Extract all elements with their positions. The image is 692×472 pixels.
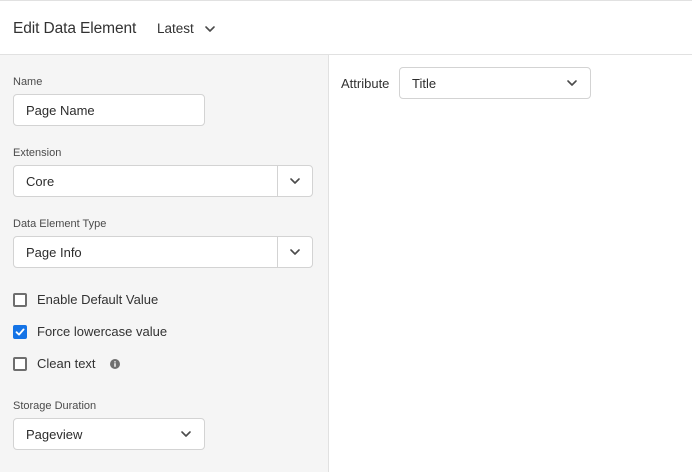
extension-dropdown-button[interactable] [277, 166, 312, 196]
storage-duration-picker[interactable]: Pageview [13, 418, 205, 450]
attribute-value: Title [412, 75, 437, 91]
chevron-down-icon [290, 178, 300, 184]
clean-text-label: Clean text [37, 356, 96, 371]
force-lowercase-label: Force lowercase value [37, 324, 168, 339]
data-element-type-value[interactable]: Page Info [14, 237, 277, 267]
enable-default-value-label: Enable Default Value [37, 292, 159, 307]
version-selector[interactable]: Latest [157, 21, 216, 36]
enable-default-value-option[interactable]: Enable Default Value [13, 292, 158, 307]
chevron-down-icon [567, 80, 577, 86]
enable-default-value-checkbox[interactable] [13, 292, 27, 307]
chevron-down-icon [181, 431, 191, 437]
storage-duration-label: Storage Duration [13, 400, 97, 412]
extension-combobox[interactable]: Core [13, 165, 313, 197]
info-icon[interactable] [109, 358, 120, 369]
extension-label: Extension [13, 147, 62, 159]
force-lowercase-checkbox[interactable] [13, 324, 27, 339]
header-bar: Edit Data Element Latest [0, 0, 692, 55]
attribute-picker[interactable]: Title [399, 67, 591, 99]
data-element-type-label: Data Element Type [13, 218, 107, 230]
version-label: Latest [157, 21, 194, 36]
checkmark-icon [15, 328, 25, 335]
data-element-type-dropdown-button[interactable] [277, 237, 312, 267]
right-settings-panel [329, 55, 692, 472]
chevron-down-icon [204, 25, 215, 32]
chevron-down-icon [290, 249, 300, 255]
data-element-type-combobox[interactable]: Page Info [13, 236, 313, 268]
attribute-label: Attribute [341, 76, 390, 91]
extension-value[interactable]: Core [14, 166, 277, 196]
page-title: Edit Data Element [13, 20, 137, 37]
name-input[interactable]: Page Name [13, 94, 205, 126]
storage-duration-value: Pageview [26, 426, 83, 442]
clean-text-option[interactable]: Clean text [13, 356, 120, 371]
name-label: Name [13, 76, 43, 88]
force-lowercase-option[interactable]: Force lowercase value [13, 324, 167, 339]
clean-text-checkbox[interactable] [13, 356, 27, 371]
